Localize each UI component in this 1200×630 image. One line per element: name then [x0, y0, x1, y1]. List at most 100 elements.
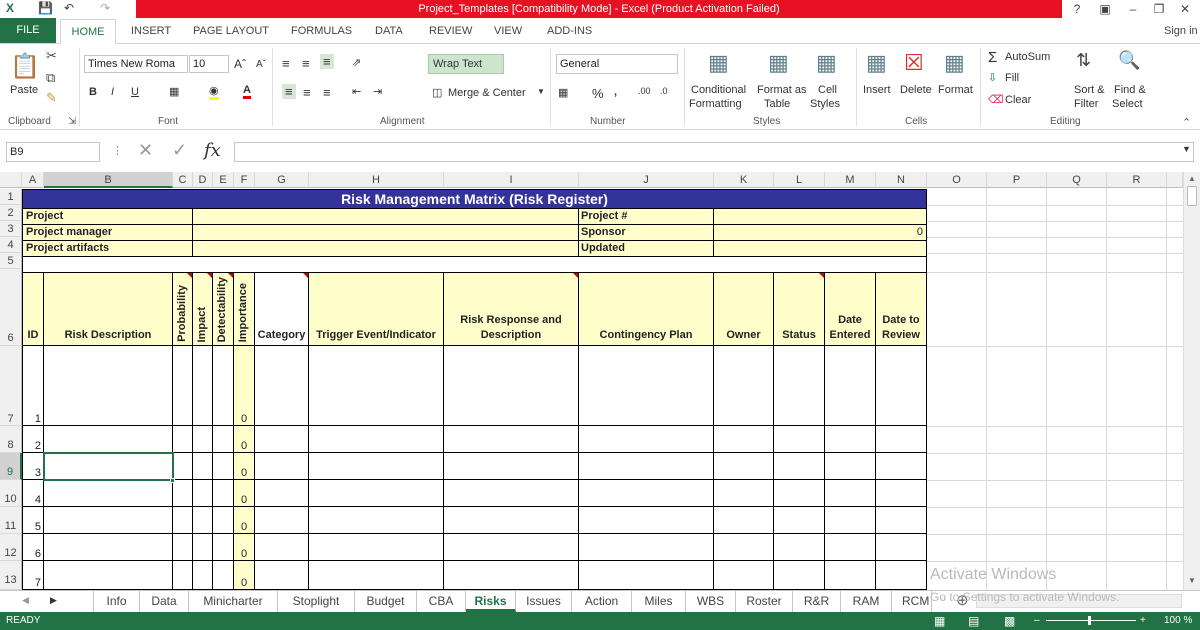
table-cell[interactable]	[444, 561, 579, 590]
grow-font-icon[interactable]: Aˆ	[234, 57, 246, 71]
column-header[interactable]: D	[193, 172, 213, 188]
format-cells-icon[interactable]: ▦	[944, 50, 965, 76]
table-cell[interactable]	[444, 534, 579, 561]
sheet-tab-rcm[interactable]: RCM	[892, 591, 932, 612]
table-cell[interactable]	[774, 480, 825, 507]
merge-center-button[interactable]: Merge & Center	[448, 87, 526, 99]
risk-id-cell[interactable]: 6	[22, 534, 44, 561]
column-header[interactable]: G	[255, 172, 309, 188]
sheet-tab-risks[interactable]: Risks	[466, 591, 516, 612]
row-header[interactable]: 12	[0, 534, 22, 561]
table-cell[interactable]	[213, 480, 234, 507]
select-all-corner[interactable]	[0, 172, 22, 188]
table-cell[interactable]	[444, 346, 579, 426]
name-box[interactable]: B9	[6, 142, 100, 162]
italic-icon[interactable]: I	[111, 86, 114, 98]
align-middle-icon[interactable]: ≡	[302, 56, 310, 71]
table-cell[interactable]	[173, 507, 193, 534]
fill-color-icon[interactable]: ◉	[209, 84, 219, 100]
table-cell[interactable]	[309, 507, 444, 534]
table-cell[interactable]	[579, 534, 714, 561]
row-header[interactable]: 6	[0, 269, 22, 346]
row-header[interactable]: 1	[0, 189, 22, 205]
decrease-indent-icon[interactable]: ⇤	[352, 85, 361, 98]
find-select-icon[interactable]: 🔍	[1118, 50, 1140, 71]
risk-id-cell[interactable]: 4	[22, 480, 44, 507]
table-cell[interactable]	[44, 426, 173, 453]
tab-page-layout[interactable]: PAGE LAYOUT	[193, 18, 269, 44]
scroll-up-icon[interactable]: ▲	[1188, 174, 1196, 183]
table-cell[interactable]	[876, 534, 927, 561]
column-header[interactable]: E	[213, 172, 234, 188]
table-cell[interactable]	[193, 480, 213, 507]
help-icon[interactable]: ?	[1066, 0, 1088, 18]
paste-button[interactable]: Paste	[10, 84, 38, 96]
project-artifacts-value-cell[interactable]	[193, 241, 579, 257]
sheet-tab-cba[interactable]: CBA	[417, 591, 466, 612]
sheet-tab-stoplight[interactable]: Stoplight	[278, 591, 355, 612]
table-cell[interactable]	[44, 507, 173, 534]
sign-in-link[interactable]: Sign in	[1164, 18, 1198, 44]
updated-value-cell[interactable]	[714, 241, 927, 257]
zoom-slider-thumb[interactable]	[1088, 616, 1091, 625]
column-header[interactable]: Q	[1047, 172, 1107, 188]
importance-cell[interactable]: 0	[234, 480, 255, 507]
table-cell[interactable]	[876, 453, 927, 480]
autosum-button[interactable]: AutoSum	[1005, 51, 1050, 63]
project-number-value-cell[interactable]	[714, 209, 927, 225]
sheet-tab-wbs[interactable]: WBS	[686, 591, 736, 612]
zoom-level[interactable]: 100 %	[1164, 612, 1192, 630]
cell-styles-label-1[interactable]: Cell	[818, 84, 837, 96]
table-cell[interactable]	[255, 507, 309, 534]
cancel-icon[interactable]: ✕	[138, 140, 153, 161]
column-header[interactable]: J	[579, 172, 714, 188]
table-cell[interactable]	[309, 561, 444, 590]
table-cell[interactable]	[213, 534, 234, 561]
conditional-formatting-icon[interactable]: ▦	[708, 50, 729, 76]
tab-review[interactable]: REVIEW	[429, 18, 472, 44]
insert-function-icon[interactable]: fx	[204, 140, 221, 161]
merge-center-icon[interactable]: ◫	[432, 86, 442, 99]
column-header[interactable]: N	[876, 172, 927, 188]
find-select-label-2[interactable]: Select	[1112, 98, 1143, 110]
sheet-tab-info[interactable]: Info	[93, 591, 140, 612]
sheet-tab-r-and-r[interactable]: R&R	[793, 591, 841, 612]
importance-cell[interactable]: 0	[234, 561, 255, 590]
row-header[interactable]: 9	[0, 453, 22, 480]
table-cell[interactable]	[255, 346, 309, 426]
clear-icon[interactable]: ⌫	[988, 93, 1004, 106]
align-right-icon[interactable]: ≡	[323, 85, 331, 100]
table-cell[interactable]	[714, 426, 774, 453]
table-cell[interactable]	[579, 453, 714, 480]
tab-formulas[interactable]: FORMULAS	[291, 18, 352, 44]
column-header[interactable]: M	[825, 172, 876, 188]
zoom-slider[interactable]	[1046, 620, 1136, 621]
table-cell[interactable]	[173, 561, 193, 590]
table-cell[interactable]	[825, 426, 876, 453]
sheet-tab-budget[interactable]: Budget	[355, 591, 417, 612]
table-cell[interactable]	[44, 534, 173, 561]
table-cell[interactable]	[444, 453, 579, 480]
wrap-text-button[interactable]: Wrap Text	[428, 54, 504, 74]
sort-filter-label-1[interactable]: Sort &	[1074, 84, 1105, 96]
importance-cell[interactable]: 0	[234, 426, 255, 453]
clear-button[interactable]: Clear	[1005, 94, 1031, 106]
shrink-font-icon[interactable]: Aˇ	[256, 59, 266, 70]
cut-icon[interactable]: ✂	[46, 48, 57, 64]
risk-id-cell[interactable]: 5	[22, 507, 44, 534]
align-left-icon[interactable]: ≡	[282, 84, 296, 99]
column-header[interactable]: C	[173, 172, 193, 188]
formula-input[interactable]	[234, 142, 1194, 162]
borders-icon[interactable]: ▦	[169, 85, 179, 98]
sheet-tab-action[interactable]: Action	[572, 591, 632, 612]
table-cell[interactable]	[876, 561, 927, 590]
tab-scroll-left-icon[interactable]: ◀	[22, 595, 29, 606]
table-cell[interactable]	[774, 426, 825, 453]
table-cell[interactable]	[44, 480, 173, 507]
table-cell[interactable]	[213, 507, 234, 534]
table-cell[interactable]	[825, 453, 876, 480]
importance-cell[interactable]: 0	[234, 534, 255, 561]
table-cell[interactable]	[255, 534, 309, 561]
conditional-formatting-label-2[interactable]: Formatting	[689, 98, 742, 110]
find-select-label-1[interactable]: Find &	[1114, 84, 1146, 96]
